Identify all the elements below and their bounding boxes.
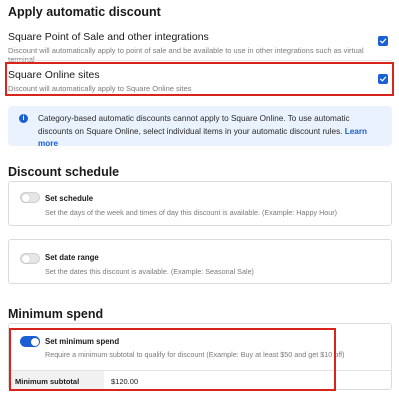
apply-discount-heading: Apply automatic discount: [8, 5, 161, 19]
toggle-knob: [22, 194, 30, 202]
divider: [8, 60, 392, 61]
square-online-checkbox[interactable]: [378, 74, 388, 84]
set-date-range-description: Set the dates this discount is available…: [45, 267, 254, 276]
set-schedule-card: Set schedule Set the days of the week an…: [8, 181, 392, 226]
minimum-spend-heading: Minimum spend: [8, 307, 104, 321]
info-banner-text: Category-based automatic discounts canno…: [38, 113, 383, 151]
option-point-of-sale-title: Square Point of Sale and other integrati…: [8, 31, 209, 43]
checkmark-icon: [379, 76, 387, 82]
set-date-range-toggle[interactable]: [20, 253, 40, 264]
info-icon: i: [19, 114, 28, 123]
option-square-online-title: Square Online sites: [8, 69, 100, 81]
info-message: Category-based automatic discounts canno…: [38, 114, 350, 136]
info-banner: i Category-based automatic discounts can…: [8, 106, 392, 148]
checkmark-icon: [379, 38, 387, 44]
set-schedule-title: Set schedule: [45, 194, 94, 203]
set-date-range-title: Set date range: [45, 253, 99, 262]
option-square-online-description: Discount will automatically apply to Squ…: [8, 84, 192, 93]
point-of-sale-checkbox[interactable]: [378, 36, 388, 46]
set-schedule-description: Set the days of the week and times of da…: [45, 208, 338, 217]
toggle-knob: [22, 255, 30, 263]
set-date-range-card: Set date range Set the dates this discou…: [8, 239, 392, 284]
set-schedule-toggle[interactable]: [20, 192, 40, 203]
option-square-online: Square Online sites Discount will automa…: [8, 69, 392, 93]
highlight-minimum-spend: [9, 328, 336, 391]
discount-schedule-heading: Discount schedule: [8, 165, 120, 179]
